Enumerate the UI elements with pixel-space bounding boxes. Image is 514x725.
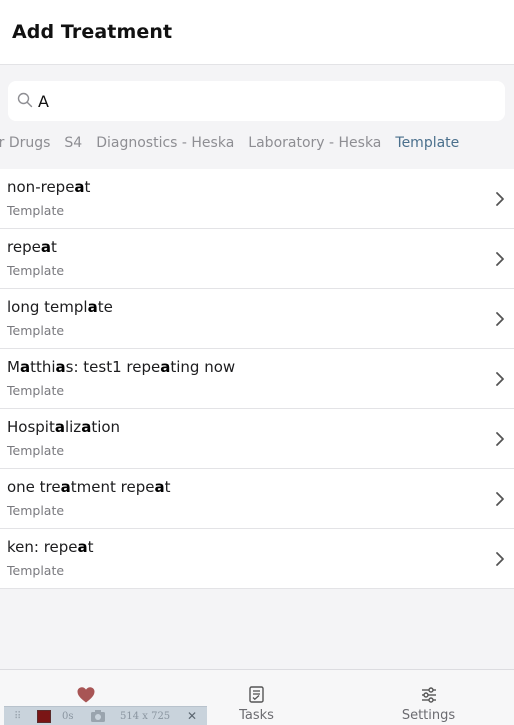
search-match-highlight: a [81,418,92,436]
item-title-text: one tre [7,478,61,496]
record-button[interactable] [37,710,51,723]
chevron-right-icon [496,492,504,506]
item-subtitle: Template [7,263,65,278]
item-title: Matthias: test1 repeating now [7,358,235,376]
search-input[interactable] [38,88,478,114]
list-item[interactable]: repeat Template [0,229,514,289]
close-icon[interactable]: ✕ [187,709,197,723]
camera-icon[interactable] [90,709,106,725]
item-subtitle: Template [7,383,65,398]
treatment-list: non-repeat Template repeat Template long tem… [0,169,514,589]
list-item[interactable]: non-repeat Template [0,169,514,229]
item-title-text: te [97,298,113,316]
list-item[interactable]: one treatment repeat Template [0,469,514,529]
item-title-text: repe [7,238,41,256]
search-match-highlight: a [77,538,88,556]
search-box[interactable] [8,81,505,121]
page-title: Add Treatment [12,21,173,43]
item-title-text: M [7,358,20,376]
item-title-text: t [84,178,91,196]
list-item[interactable]: Hospitalization Template [0,409,514,469]
item-title: one treatment repeat [7,478,170,496]
category-chip[interactable]: Diagnostics - Heska [96,135,234,151]
item-title-text: t [164,478,171,496]
chevron-right-icon [496,252,504,266]
timer-text: 0s [62,711,74,722]
chevron-right-icon [496,432,504,446]
item-title-text: ken: repe [7,538,78,556]
item-subtitle: Template [7,503,65,518]
search-area: er Drugs S4 Diagnostics - Heska Laboratory … [0,65,514,169]
list-item[interactable]: long template Template [0,289,514,349]
category-chip[interactable]: Template [395,135,459,151]
search-icon [17,92,33,108]
list-item[interactable]: ken: repeat Template [0,529,514,589]
item-title: non-repeat [7,178,90,196]
viewport-size-text: 514 x 725 [120,711,171,722]
search-match-highlight: a [160,358,171,376]
settings-icon [421,687,436,703]
item-title: ken: repeat [7,538,94,556]
item-title-text: tthi [30,358,56,376]
item-title-text: tment repe [70,478,155,496]
tab-settings[interactable]: Settings [343,670,514,725]
item-title: Hospitalization [7,418,120,436]
search-match-highlight: a [87,298,98,316]
search-match-highlight: a [60,478,71,496]
search-match-highlight: a [74,178,85,196]
item-subtitle: Template [7,563,65,578]
tasks-icon [248,686,264,703]
category-filter-bar[interactable]: er Drugs S4 Diagnostics - Heska Laboratory … [0,132,514,154]
item-title-text: liz [64,418,82,436]
item-title-text: Hospit [7,418,55,436]
heart-icon [77,687,94,703]
item-title-text: tion [91,418,121,436]
search-match-highlight: a [54,418,65,436]
item-title-text: s: test1 repe [65,358,161,376]
category-chip[interactable]: Laboratory - Heska [248,135,381,151]
item-title-text: ting now [170,358,236,376]
item-title: repeat [7,238,57,256]
dev-toolbar: ⠿ 0s 514 x 725 ✕ [4,706,207,725]
search-match-highlight: a [40,238,51,256]
item-title-text: non-repe [7,178,75,196]
item-title-text: t [87,538,94,556]
chevron-right-icon [496,372,504,386]
item-subtitle: Template [7,443,65,458]
category-chip[interactable]: S4 [64,135,82,151]
chevron-right-icon [496,552,504,566]
drag-handle-icon[interactable]: ⠿ [14,711,21,722]
item-subtitle: Template [7,323,65,338]
tab-label: Settings [401,708,456,723]
item-title-text: t [50,238,57,256]
category-chip[interactable]: er Drugs [0,135,50,151]
category-chip-row: er Drugs S4 Diagnostics - Heska Laboratory … [0,132,473,151]
item-title: long template [7,298,113,316]
search-match-highlight: a [19,358,31,376]
search-match-highlight: a [55,358,66,376]
chevron-right-icon [496,192,504,206]
list-item[interactable]: Matthias: test1 repeating now Template [0,349,514,409]
item-subtitle: Template [7,203,65,218]
chevron-right-icon [496,312,504,326]
header-bar: Add Treatment [0,0,514,65]
item-title-text: long templ [7,298,88,316]
search-match-highlight: a [154,478,165,496]
